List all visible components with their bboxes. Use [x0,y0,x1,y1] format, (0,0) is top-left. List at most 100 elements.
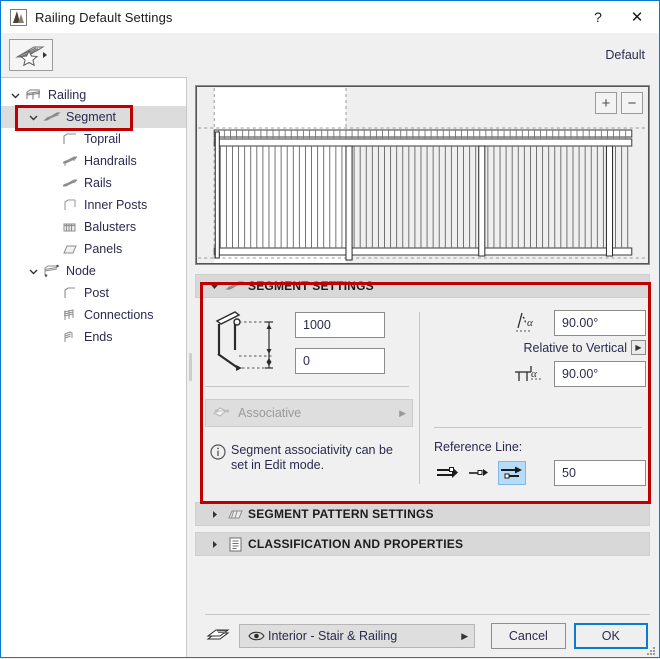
layers-icon[interactable] [205,627,231,645]
chevron-right-icon[interactable]: ▶ [399,408,406,419]
tree-item-rails[interactable]: Rails [1,172,186,194]
reference-line-offset-input[interactable]: 50 [554,460,646,486]
handrails-icon [59,154,81,168]
railing-default-settings-dialog: Railing Default Settings ? ✕ Default Rai… [0,0,660,658]
triangle-right-icon[interactable] [206,540,222,549]
tree-item-toprail[interactable]: Toprail [1,128,186,150]
tree-item-label: Panels [84,242,123,256]
associative-label: Associative [238,406,302,420]
column-divider [419,312,420,484]
toprail-icon [59,132,81,146]
tree-item-label: Rails [84,176,112,190]
rails-icon [59,176,81,190]
tree-item-label: Post [84,286,110,300]
ref-line-inner-icon[interactable] [498,461,526,485]
tree-item-label: Railing [48,88,87,102]
panel-splitter[interactable] [187,77,195,657]
relative-to-vertical-label: Relative to Vertical [523,340,627,355]
layer-dropdown[interactable]: Interior - Stair & Railing ▶ [239,624,476,648]
segment-icon [222,279,248,293]
tree-item-handrails[interactable]: Handrails [1,150,186,172]
chevron-down-icon[interactable] [7,91,23,100]
node-icon [41,264,63,278]
post-icon [59,286,81,300]
tree-item-label: Segment [66,110,117,124]
associative-dropdown[interactable]: Associative ▶ [205,399,413,427]
segment-icon [41,110,63,124]
tree-item-panels[interactable]: Panels [1,238,186,260]
eye-icon [246,630,266,642]
help-button[interactable]: ? [581,2,615,33]
segment-pattern-icon [222,507,248,521]
triangle-right-icon[interactable] [206,510,222,519]
close-button[interactable]: ✕ [615,2,659,33]
title-bar: Railing Default Settings ? ✕ [1,1,659,33]
zoom-out-button[interactable]: − [621,92,643,114]
tree-item-label: Ends [84,330,113,344]
tree-item-balusters[interactable]: Balusters [1,216,186,238]
ref-line-center-icon[interactable] [466,461,494,485]
chevron-right-icon[interactable]: ▶ [461,631,468,642]
divider [205,386,409,387]
tree-item-ends[interactable]: Ends [1,326,186,348]
panel-header-segment-pattern-settings[interactable]: SEGMENT PATTERN SETTINGS [195,502,650,526]
ref-line-outer-icon[interactable] [434,461,462,485]
railing-icon [23,88,45,102]
segment-height-input[interactable]: 1000 [295,312,385,338]
segment-dimension-inputs: 1000 0 [295,312,385,374]
favorites-button[interactable] [9,39,53,71]
tree-item-label: Balusters [84,220,137,234]
chevron-down-icon[interactable] [25,267,41,276]
toolbar: Default [1,33,659,77]
cancel-button[interactable]: Cancel [491,623,566,649]
angle-to-vertical-icon: α [512,310,546,336]
inner-posts-icon [59,198,81,212]
associativity-info-text: Segment associativity can be set in Edit… [231,443,393,472]
tree-item-label: Toprail [84,132,121,146]
angle-to-rail-icon: α [512,361,546,387]
railing-preview[interactable]: + − [195,85,650,265]
settings-tree: Railing Segment Toprail Handrails Rails … [1,77,187,657]
panel-header-segment-settings[interactable]: SEGMENT SETTINGS [195,274,650,298]
segment-dimensions-column: 1000 0 Associative ▶ Segment associativi… [195,310,413,486]
reference-line-label: Reference Line: [434,440,523,454]
segment-dimension-fields: 1000 0 [205,310,413,376]
layer-name: Interior - Stair & Railing [268,629,398,643]
tree-item-connections[interactable]: Connections [1,304,186,326]
dialog-footer: Interior - Stair & Railing ▶ Cancel OK [195,615,650,657]
tree-item-node[interactable]: Node [1,260,186,282]
tree-item-label: Handrails [84,154,137,168]
chevron-down-icon[interactable] [25,113,41,122]
angle-to-rail-input[interactable]: 90.00° [554,361,646,387]
panel-title: CLASSIFICATION AND PROPERTIES [248,537,464,551]
angle-to-vertical-input[interactable]: 90.00° [554,310,646,336]
relative-to-vertical-dropdown[interactable]: Relative to Vertical ▶ [434,340,646,355]
ok-button[interactable]: OK [573,623,648,649]
tree-item-railing[interactable]: Railing [1,84,186,106]
default-label: Default [605,48,645,62]
preview-zoom-controls: + − [595,92,643,114]
svg-text:α: α [527,317,533,329]
classification-icon [222,537,248,552]
info-icon [205,443,231,460]
balusters-icon [59,220,81,234]
ends-icon [59,330,81,344]
associative-icon [212,406,232,421]
segment-offset-input[interactable]: 0 [295,348,385,374]
triangle-down-icon[interactable] [206,282,222,291]
tree-item-post[interactable]: Post [1,282,186,304]
angle-top-row: α 90.00° [434,310,646,336]
zoom-in-button[interactable]: + [595,92,617,114]
window-title: Railing Default Settings [35,9,173,25]
chevron-right-icon[interactable]: ▶ [631,340,646,355]
angle-to-rail-row: α 90.00° [434,361,646,387]
tree-item-segment[interactable]: Segment [1,106,186,128]
panel-header-classification-and-properties[interactable]: CLASSIFICATION AND PROPERTIES [195,532,650,556]
tree-item-label: Inner Posts [84,198,148,212]
segment-height-diagram-icon [205,310,295,376]
panel-body-segment-settings: 1000 0 Associative ▶ Segment associativi… [195,298,650,494]
tree-item-inner-posts[interactable]: Inner Posts [1,194,186,216]
associativity-info: Segment associativity can be set in Edit… [205,443,413,473]
panel-title: SEGMENT PATTERN SETTINGS [248,507,434,521]
resize-grip[interactable] [647,645,656,655]
